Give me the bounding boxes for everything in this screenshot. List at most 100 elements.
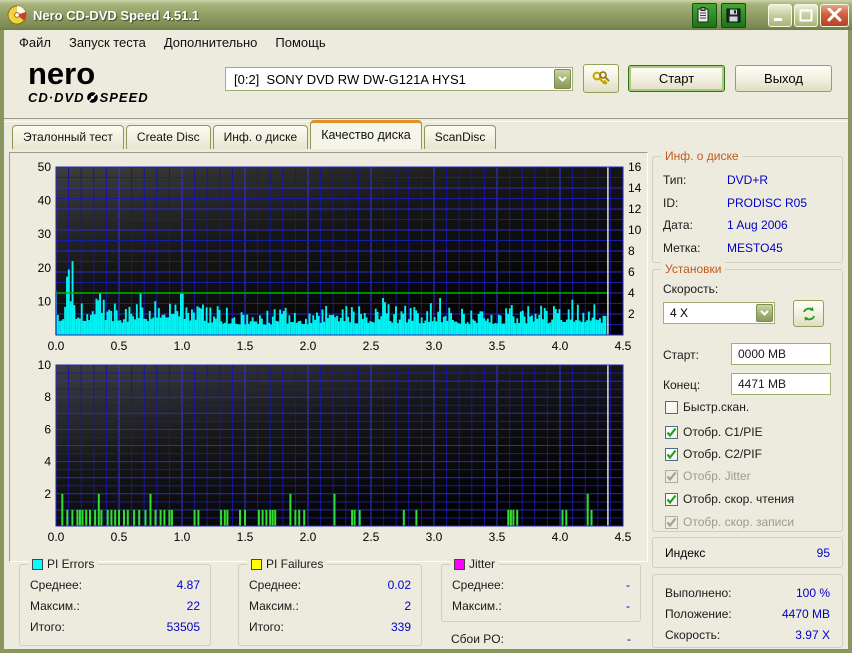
svg-text:30: 30 bbox=[38, 227, 52, 241]
stats-row-value: 339 bbox=[390, 620, 411, 634]
svg-text:0.0: 0.0 bbox=[48, 530, 65, 544]
chevron-down-icon[interactable] bbox=[756, 304, 773, 322]
client-area: Файл Запуск теста Дополнительно Помощь nero… bbox=[4, 30, 848, 649]
svg-text:2.5: 2.5 bbox=[363, 530, 380, 544]
checkbox-icon[interactable] bbox=[665, 447, 678, 461]
tab-disc-info[interactable]: Инф. о диске bbox=[212, 125, 309, 149]
svg-text:0.5: 0.5 bbox=[111, 339, 128, 353]
legend-color-swatch bbox=[454, 558, 465, 570]
settings-groupbox: Установки Скорость: 4 X Старт: 0000 MB К… bbox=[652, 262, 843, 532]
chevron-down-icon[interactable] bbox=[554, 69, 571, 89]
copy-to-clipboard-button[interactable] bbox=[692, 2, 717, 28]
svg-text:50: 50 bbox=[38, 160, 52, 174]
menu-run-test[interactable]: Запуск теста bbox=[60, 33, 155, 52]
titlebar[interactable]: Nero CD-DVD Speed 4.51.1 bbox=[0, 0, 852, 30]
jitter-stats: Jitter Среднее: - Максим.: - bbox=[441, 557, 641, 622]
svg-text:0.5: 0.5 bbox=[111, 530, 128, 544]
disc-date-value: 1 Aug 2006 bbox=[727, 218, 788, 232]
progress-row-speed: Скорость: 3.97 X bbox=[665, 625, 830, 646]
nero-logo: nero CD·DVD SPEED bbox=[28, 58, 149, 104]
stats-row-label: Итого: bbox=[30, 620, 65, 634]
svg-text:4.5: 4.5 bbox=[615, 339, 632, 353]
progress-panel: Выполнено: 100 % Положение: 4470 MB Скор… bbox=[652, 574, 843, 648]
stats-row: Итого: 339 bbox=[249, 617, 411, 638]
checkbox-show-c2-pif[interactable]: Отобр. C2/PIF bbox=[665, 447, 762, 461]
svg-text:14: 14 bbox=[628, 181, 642, 195]
stats-title-text: PI Errors bbox=[47, 557, 95, 571]
range-end-input[interactable] bbox=[731, 373, 831, 395]
maximize-button[interactable] bbox=[794, 3, 818, 27]
menu-file[interactable]: Файл bbox=[10, 33, 60, 52]
checkbox-show-write-speed: Отобр. скор. записи bbox=[665, 515, 794, 529]
stats-row-label: Среднее: bbox=[30, 578, 83, 592]
nero-logo-speed: SPEED bbox=[99, 90, 149, 105]
checkbox-label: Отобр. C2/PIF bbox=[683, 447, 762, 461]
tab-scandisc[interactable]: ScanDisc bbox=[423, 125, 497, 149]
disc-type-label: Тип: bbox=[663, 173, 687, 187]
refresh-icon bbox=[802, 306, 815, 321]
stats-row-value: 53505 bbox=[166, 620, 200, 634]
nero-logo-name: nero bbox=[28, 56, 96, 91]
checkbox-icon bbox=[665, 469, 678, 483]
stats-row: Максим.: - bbox=[452, 596, 630, 617]
checkbox-fast-scan[interactable]: Быстр.скан. bbox=[665, 400, 749, 414]
position-label: Положение: bbox=[665, 607, 732, 621]
license-keys-button[interactable] bbox=[583, 64, 619, 93]
menu-help[interactable]: Помощь bbox=[266, 33, 334, 52]
svg-text:10: 10 bbox=[628, 223, 642, 237]
svg-text:2: 2 bbox=[628, 307, 635, 321]
checkbox-icon[interactable] bbox=[665, 400, 678, 414]
refresh-speed-button[interactable] bbox=[793, 300, 824, 327]
checkbox-label: Отобр. скор. записи bbox=[683, 515, 795, 529]
exit-button[interactable]: Выход bbox=[735, 65, 832, 92]
svg-text:3.0: 3.0 bbox=[426, 339, 443, 353]
speed-label: Скорость: bbox=[665, 628, 721, 642]
menu-bar: Файл Запуск теста Дополнительно Помощь bbox=[4, 30, 848, 54]
speed-value: 3.97 X bbox=[795, 628, 830, 642]
range-start-input[interactable] bbox=[731, 343, 831, 365]
checkbox-show-read-speed[interactable]: Отобр. скор. чтения bbox=[665, 492, 794, 506]
nero-logo-sub: CD·DVD SPEED bbox=[28, 91, 149, 104]
index-panel: Индекс 95 bbox=[652, 537, 843, 568]
save-button[interactable] bbox=[721, 2, 746, 28]
checkbox-icon[interactable] bbox=[665, 492, 678, 506]
app-window: Nero CD-DVD Speed 4.51.1 Файл Запуск тес… bbox=[0, 0, 852, 653]
svg-text:2.5: 2.5 bbox=[363, 339, 380, 353]
disc-info-row-date: Дата: 1 Aug 2006 bbox=[663, 214, 832, 237]
start-button[interactable]: Старт bbox=[628, 65, 725, 92]
svg-text:6: 6 bbox=[628, 265, 635, 279]
tab-bar: Эталонный тест Create Disc Инф. о диске Кач… bbox=[4, 120, 848, 149]
drive-select[interactable]: [0:2] SONY DVD RW DW-G121A HYS1 bbox=[225, 67, 573, 91]
stats-row-value: - bbox=[626, 599, 630, 613]
index-label: Индекс bbox=[665, 545, 706, 560]
svg-text:3.5: 3.5 bbox=[489, 530, 506, 544]
disc-type-value: DVD+R bbox=[727, 173, 769, 187]
checkbox-label: Отобр. Jitter bbox=[683, 469, 751, 483]
svg-text:1.5: 1.5 bbox=[237, 339, 254, 353]
stats-row-label: Среднее: bbox=[249, 578, 302, 592]
checkbox-show-c1-pie[interactable]: Отобр. C1/PIE bbox=[665, 425, 763, 439]
tab-disc-quality[interactable]: Качество диска bbox=[310, 120, 422, 149]
tab-benchmark[interactable]: Эталонный тест bbox=[12, 125, 124, 149]
stats-row-label: Максим.: bbox=[249, 599, 299, 613]
disc-info-title: Инф. о диске bbox=[661, 149, 743, 163]
done-label: Выполнено: bbox=[665, 586, 732, 600]
svg-text:8: 8 bbox=[628, 244, 635, 258]
pi-failures-stats-title: PI Failures bbox=[247, 557, 328, 571]
checkbox-label: Отобр. C1/PIE bbox=[683, 425, 763, 439]
progress-row-done: Выполнено: 100 % bbox=[665, 583, 830, 604]
checkbox-icon[interactable] bbox=[665, 425, 678, 439]
speed-select[interactable]: 4 X bbox=[663, 302, 775, 324]
disc-info-row-label: Метка: MESTO45 bbox=[663, 237, 832, 260]
menu-extra[interactable]: Дополнительно bbox=[155, 33, 267, 52]
progress-row-position: Положение: 4470 MB bbox=[665, 604, 830, 625]
tab-create-disc[interactable]: Create Disc bbox=[125, 125, 211, 149]
svg-text:3.0: 3.0 bbox=[426, 530, 443, 544]
minimize-button[interactable] bbox=[768, 3, 792, 27]
jitter-stats-title: Jitter bbox=[450, 557, 500, 571]
disc-label-label: Метка: bbox=[663, 240, 701, 255]
position-value: 4470 MB bbox=[781, 607, 830, 621]
checkbox-label: Быстр.скан. bbox=[683, 400, 750, 414]
close-button[interactable] bbox=[820, 3, 849, 27]
svg-text:4: 4 bbox=[44, 455, 51, 469]
